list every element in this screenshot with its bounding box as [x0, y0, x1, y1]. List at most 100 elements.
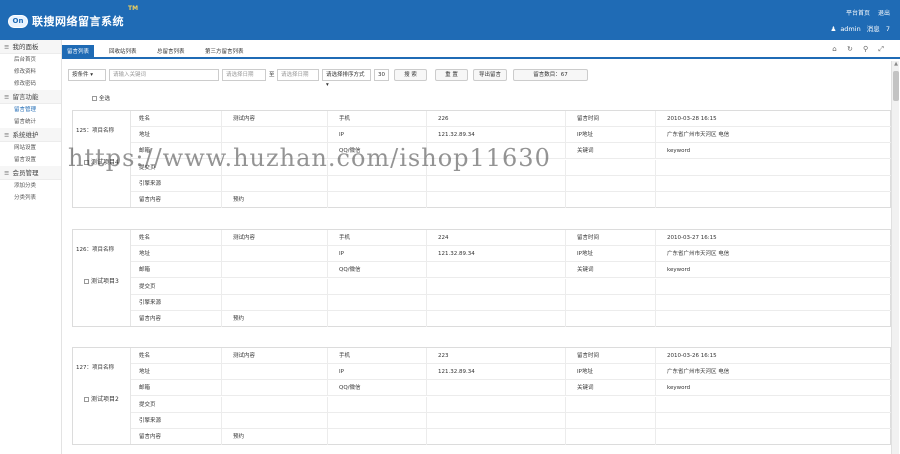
record-title: 126：项目名称 [76, 247, 114, 253]
field-value: 预约 [233, 197, 245, 203]
logout-link[interactable]: 退出 [878, 10, 890, 17]
record-checkbox-label[interactable]: 测试项目3 [84, 277, 126, 286]
field-value: 测试内容 [233, 353, 256, 359]
tab-message-list[interactable]: 留言列表 [62, 45, 95, 59]
sidebar-item-message-manage[interactable]: 留言管理 [0, 104, 61, 116]
message-record-card: 127：项目名称 测试项目2 姓名 测试内容 手机 223 留言时间 2010-03-26 1… [72, 347, 891, 446]
field-value: 广东省广州市天河区 电信 [667, 132, 730, 139]
message-count-button[interactable]: 留言数目：67 [513, 69, 588, 81]
cell-divider [655, 412, 656, 429]
cell-divider [426, 246, 427, 263]
sort-select[interactable]: 请选择排序方式 ▾ [322, 69, 371, 88]
sidebar-group-panel[interactable]: ≡ 我的面板 [0, 40, 61, 54]
start-date-input[interactable]: 请选择日期 [222, 69, 266, 81]
sidebar-group-members[interactable]: ≡ 会员管理 [0, 166, 61, 180]
reset-button[interactable]: 重 置 [435, 69, 468, 81]
record-row: 姓名 测试内容 手机 224 留言时间 2010-03-27 16:15 [131, 230, 891, 246]
cell-divider [327, 127, 328, 144]
field-value: 226 [438, 116, 449, 122]
select-all-checkbox[interactable] [92, 96, 97, 101]
cell-divider [327, 175, 328, 192]
tab-all-messages[interactable]: 总留言列表 [152, 45, 190, 59]
chevron-down-icon: ▾ [326, 82, 329, 88]
record-checkbox-label[interactable]: 测试项目2 [84, 395, 126, 404]
record-row: 引擎来源 [131, 175, 891, 192]
filter-bar: 按条件 ▾ 请输入关键词 请选择日期 至 请选择日期 请选择排序方式 ▾ 30 … [68, 69, 888, 88]
vertical-scrollbar[interactable]: ▲ [891, 61, 899, 454]
condition-select[interactable]: 按条件 ▾ [68, 69, 106, 81]
cell-divider [327, 111, 328, 127]
cell-divider [426, 192, 427, 208]
cell-divider [565, 159, 566, 176]
cell-divider [221, 429, 222, 445]
menu-icon: ≡ [4, 43, 10, 51]
field-label: 关键词 [577, 385, 594, 392]
cell-divider [655, 111, 656, 127]
record-checkbox[interactable] [84, 396, 89, 402]
tab-recycle-bin[interactable]: 回收站列表 [104, 45, 142, 59]
date-range-separator: 至 [269, 72, 275, 78]
field-label: 留言内容 [139, 316, 162, 322]
cell-divider [327, 143, 328, 160]
field-value: keyword [667, 267, 691, 274]
tab-third-party-messages[interactable]: 第三方留言列表 [200, 45, 249, 59]
cell-divider [655, 230, 656, 246]
cell-divider [655, 159, 656, 176]
sidebar-item-site-settings[interactable]: 网站设置 [0, 142, 61, 154]
logo: On 联搜网络留言系统 TM [8, 5, 138, 29]
sidebar-item-category-list[interactable]: 分类列表 [0, 192, 61, 204]
field-label: QQ/微信 [339, 267, 361, 274]
platform-home-link[interactable]: 平台首页 [846, 10, 870, 17]
field-label: IP [339, 251, 344, 258]
tab-tool-icons[interactable]: ⌂ ↻ ⚲ ⤢ [832, 45, 888, 54]
field-label: IP地址 [577, 132, 593, 139]
cell-divider [426, 364, 427, 381]
keyword-input[interactable]: 请输入关键词 [109, 69, 219, 81]
cell-divider [565, 278, 566, 295]
field-label: 提交页 [139, 283, 156, 290]
scrollbar-thumb[interactable] [893, 71, 899, 101]
record-checkbox[interactable] [84, 159, 89, 165]
cell-divider [565, 412, 566, 429]
sidebar-item-home[interactable]: 后台首页 [0, 54, 61, 66]
main-content: 留言列表 回收站列表 总留言列表 第三方留言列表 ⌂ ↻ ⚲ ⤢ 按条件 ▾ 请… [62, 40, 900, 454]
record-checkbox[interactable] [84, 278, 89, 284]
record-row: 提交页 [131, 159, 891, 176]
sidebar-item-message-stats[interactable]: 留言统计 [0, 116, 61, 128]
sidebar-item-profile[interactable]: 修改资料 [0, 66, 61, 78]
sidebar-item-add-category[interactable]: 添加分类 [0, 180, 61, 192]
field-value: 测试内容 [233, 116, 256, 122]
sidebar-group-messages[interactable]: ≡ 留言功能 [0, 90, 61, 104]
field-label: 关键词 [577, 148, 594, 155]
end-date-input[interactable]: 请选择日期 [277, 69, 319, 81]
field-value: 121.32.89.34 [438, 251, 475, 258]
scroll-up-arrow-icon[interactable]: ▲ [893, 62, 899, 67]
field-label: 留言内容 [139, 434, 162, 440]
sidebar-group-system[interactable]: ≡ 系统维护 [0, 128, 61, 142]
page-size-input[interactable]: 30 [374, 69, 389, 81]
username-link[interactable]: admin [840, 25, 860, 33]
cell-divider [565, 262, 566, 279]
field-value: keyword [667, 385, 691, 392]
export-button[interactable]: 导出留言 [473, 69, 507, 81]
cell-divider [327, 246, 328, 263]
record-row: 邮箱 QQ/微信 关键词 keyword [131, 380, 891, 397]
trademark-mark: TM [128, 5, 139, 12]
cell-divider [565, 396, 566, 413]
record-checkbox-label[interactable]: 测试项目4 [84, 158, 126, 167]
search-button[interactable]: 搜 索 [394, 69, 427, 81]
field-value: 224 [438, 235, 449, 241]
cell-divider [426, 111, 427, 127]
cell-divider [426, 143, 427, 160]
cell-divider [565, 175, 566, 192]
field-label: IP地址 [577, 251, 593, 258]
sidebar-item-message-settings[interactable]: 留言设置 [0, 154, 61, 166]
cell-divider [655, 429, 656, 445]
field-label: QQ/微信 [339, 385, 361, 392]
select-all[interactable]: 全选 [92, 94, 110, 102]
cell-divider [655, 175, 656, 192]
cell-divider [655, 311, 656, 327]
field-label: 邮箱 [139, 385, 151, 392]
sidebar-item-password[interactable]: 修改密码 [0, 78, 61, 90]
messages-link[interactable]: 消息 [867, 25, 880, 33]
